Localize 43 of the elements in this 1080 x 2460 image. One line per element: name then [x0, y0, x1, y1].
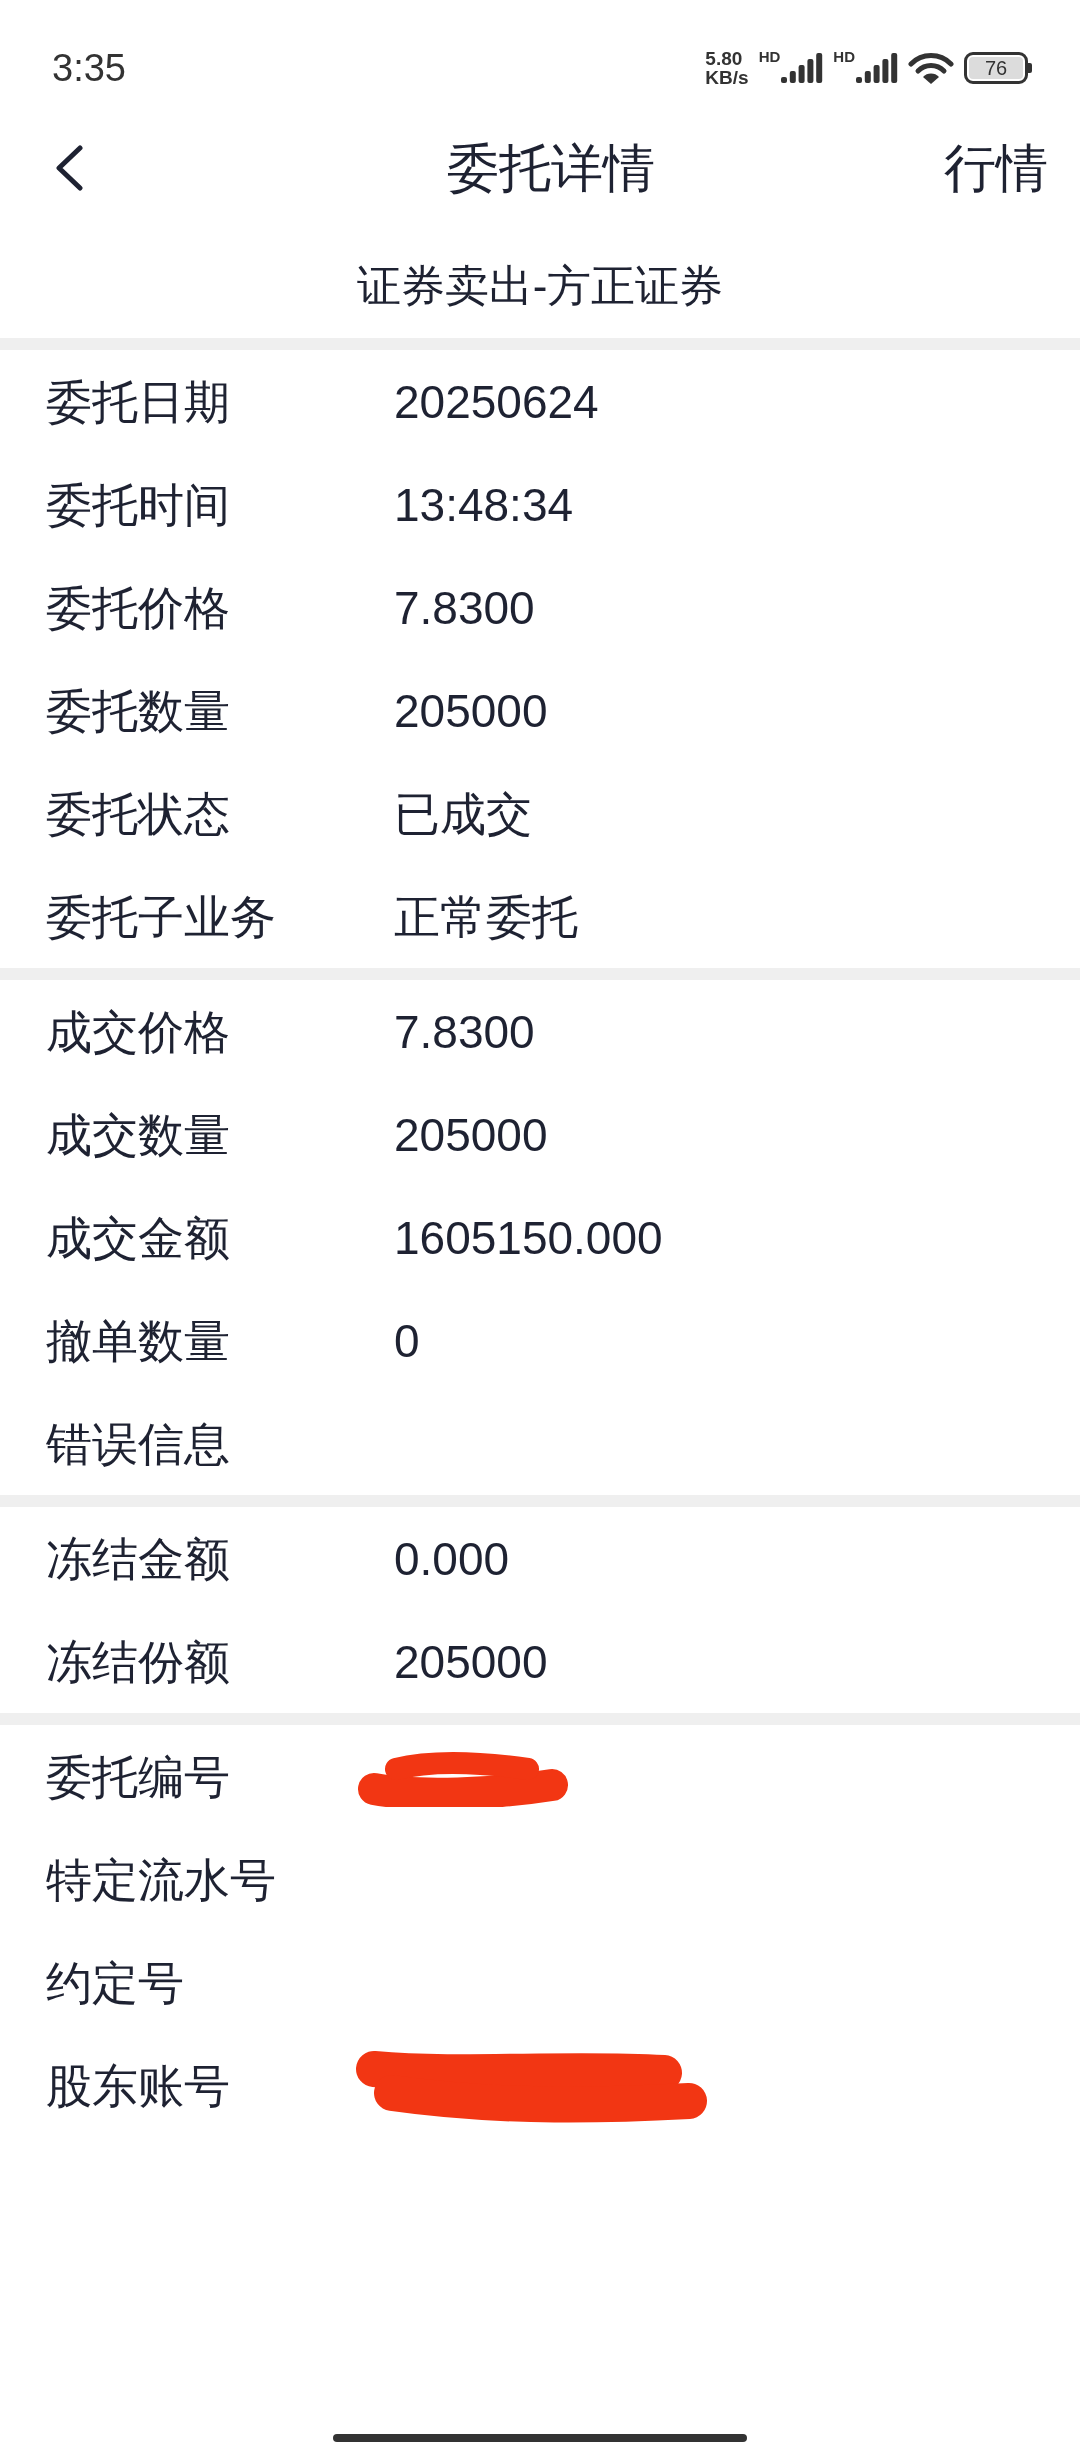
network-speed-value: 5.80 [705, 49, 743, 68]
field-label: 撤单数量 [46, 1317, 230, 1364]
network-speed-unit: KB/s [705, 68, 749, 87]
field-label: 约定号 [46, 1959, 184, 2006]
signal-icon [781, 53, 824, 83]
field-value: 1605150.000 [394, 1214, 663, 1261]
status-time: 3:35 [52, 49, 126, 87]
field-label: 成交价格 [46, 1008, 230, 1055]
field-label: 错误信息 [46, 1420, 230, 1467]
field-value: 0 [394, 1317, 420, 1364]
field-value: 已成交 [394, 790, 532, 837]
back-button[interactable] [54, 144, 86, 192]
field-value: 20250624 [394, 378, 599, 425]
field-label: 冻结份额 [46, 1638, 230, 1685]
market-button[interactable]: 行情 [944, 142, 1048, 194]
field-value: 0.000 [394, 1535, 510, 1582]
field-value: 正常委托 [394, 893, 578, 940]
network-type-label: HD [833, 49, 855, 64]
wifi-icon [908, 51, 954, 85]
field-label: 委托数量 [46, 687, 230, 734]
field-label: 委托编号 [46, 1753, 230, 1800]
field-value: 13:48:34 [394, 481, 574, 528]
field-label: 委托日期 [46, 378, 230, 425]
field-label: 特定流水号 [46, 1856, 276, 1903]
field-value: 7.8300 [394, 584, 535, 631]
field-label: 成交数量 [46, 1111, 230, 1158]
field-value: 7.8300 [394, 1008, 535, 1055]
field-value: 205000 [394, 1111, 548, 1158]
field-label: 委托价格 [46, 584, 230, 631]
field-value: 205000 [394, 687, 548, 734]
back-icon [54, 145, 84, 191]
field-label: 股东账号 [46, 2062, 230, 2109]
field-label: 委托时间 [46, 481, 230, 528]
network-type-label: HD [758, 49, 781, 64]
field-label: 成交金额 [46, 1214, 230, 1261]
field-value: 205000 [394, 1638, 548, 1685]
field-label: 冻结金额 [46, 1535, 230, 1582]
battery-percentage: 76 [969, 57, 1023, 79]
field-label: 委托子业务 [46, 893, 276, 940]
page-title: 委托详情 [447, 142, 655, 194]
signal-icon [856, 53, 898, 83]
order-subtitle: 证券卖出-方正证券 [356, 260, 724, 312]
field-label: 委托状态 [46, 790, 230, 837]
